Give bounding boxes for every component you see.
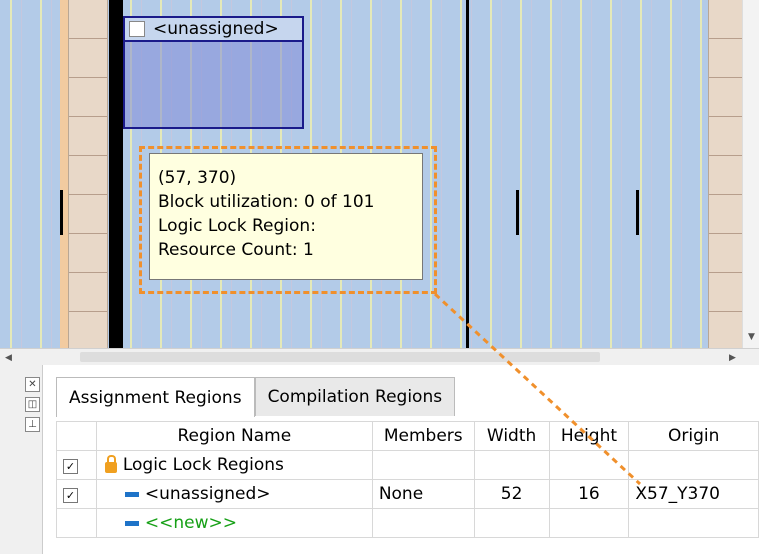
width-cell [473, 508, 550, 538]
close-icon[interactable]: ✕ [25, 377, 40, 392]
height-cell [548, 508, 630, 538]
io-column-edge [60, 0, 68, 348]
scroll-right-icon[interactable]: ▶ [724, 349, 741, 366]
clock-region-divider [466, 0, 469, 348]
lock-icon [104, 454, 117, 473]
width-cell [473, 450, 550, 480]
scroll-down-icon[interactable]: ▼ [743, 332, 759, 346]
checkbox-column-header [56, 421, 97, 451]
scrollbar-thumb[interactable] [80, 352, 600, 362]
io-column-left [68, 0, 108, 348]
table-header-row: Region Name Members Width Height Origin [56, 421, 759, 451]
column-header-members[interactable]: Members [371, 421, 475, 451]
callout-highlight-box [139, 146, 437, 294]
table-row[interactable]: ✓ <unassigned> None 52 16 X57_Y370 [56, 479, 759, 509]
scroll-left-icon[interactable]: ◀ [0, 349, 17, 366]
region-header[interactable]: <unassigned> [123, 16, 304, 42]
height-cell [548, 450, 630, 480]
panel-tabs: Assignment Regions Compilation Regions [56, 377, 456, 417]
region-color-icon [124, 491, 139, 497]
horizontal-scrollbar[interactable]: ◀ ▶ [0, 348, 759, 366]
region-label: <unassigned> [153, 19, 279, 39]
origin-cell: X57_Y370 [628, 479, 759, 509]
row-checkbox-cell[interactable]: ✓ [56, 479, 97, 509]
region-color-icon [124, 520, 139, 526]
region-name-cell[interactable]: <<new>> [95, 508, 373, 538]
io-column-right [708, 0, 744, 348]
column-header-region-name[interactable]: Region Name [95, 421, 373, 451]
column-header-height[interactable]: Height [548, 421, 630, 451]
members-cell [371, 508, 475, 538]
vertical-scrollbar[interactable]: ▼ [742, 0, 759, 348]
region-name-cell: Logic Lock Regions [95, 450, 373, 480]
column-header-width[interactable]: Width [473, 421, 550, 451]
origin-cell [628, 450, 759, 480]
tab-assignment-regions[interactable]: Assignment Regions [56, 377, 255, 417]
height-cell: 16 [548, 479, 630, 509]
table-row[interactable]: ✓ Logic Lock Regions [56, 450, 759, 480]
origin-cell [628, 508, 759, 538]
region-name-cell: <unassigned> [95, 479, 373, 509]
device-boundary-bar [109, 0, 123, 348]
pin-icon[interactable]: ⊥ [25, 417, 40, 432]
table-row[interactable]: <<new>> [56, 508, 759, 538]
row-checkbox-cell [56, 508, 97, 538]
new-region-placeholder[interactable]: <<new>> [145, 513, 237, 533]
region-color-swatch [129, 21, 145, 37]
chip-planner-canvas[interactable]: <unassigned> (57, 370) Block utilization… [0, 0, 759, 348]
column-header-origin[interactable]: Origin [628, 421, 759, 451]
row-checkbox-cell[interactable]: ✓ [56, 450, 97, 480]
row-checkbox[interactable]: ✓ [63, 488, 78, 503]
marker-tick [60, 190, 63, 235]
members-cell: None [371, 479, 475, 509]
members-cell [371, 450, 475, 480]
panel-side-toolbar: ✕ ◫ ⊥ [0, 365, 43, 554]
regions-table: Region Name Members Width Height Origin … [56, 421, 759, 538]
region-name: <unassigned> [144, 484, 271, 504]
restore-icon[interactable]: ◫ [25, 397, 40, 412]
marker-tick [516, 190, 519, 235]
tab-compilation-regions[interactable]: Compilation Regions [254, 377, 456, 416]
region-name: Logic Lock Regions [122, 455, 284, 475]
row-checkbox[interactable]: ✓ [63, 459, 78, 474]
width-cell: 52 [473, 479, 550, 509]
marker-tick [636, 190, 639, 235]
